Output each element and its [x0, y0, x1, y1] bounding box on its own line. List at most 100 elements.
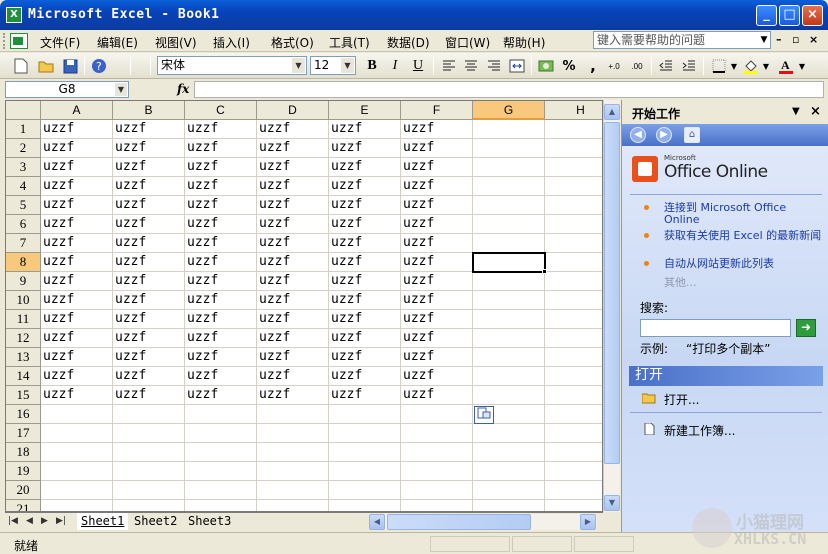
cell-f14[interactable]: uzzf — [401, 367, 473, 386]
select-all-corner[interactable] — [6, 101, 41, 120]
decrease-indent-icon[interactable] — [657, 57, 675, 75]
cell-b6[interactable]: uzzf — [113, 215, 185, 234]
cell-g21[interactable] — [473, 500, 545, 511]
cell-e21[interactable] — [329, 500, 401, 511]
cell-h21[interactable] — [545, 500, 602, 511]
cell-c2[interactable]: uzzf — [185, 139, 257, 158]
cell-d10[interactable]: uzzf — [257, 291, 329, 310]
cell-c10[interactable]: uzzf — [185, 291, 257, 310]
cell-b5[interactable]: uzzf — [113, 196, 185, 215]
horizontal-scroll-thumb[interactable] — [387, 514, 531, 530]
cell-a17[interactable] — [41, 424, 113, 443]
new-workbook-link[interactable]: 新建工作簿... — [664, 422, 735, 439]
cell-d14[interactable]: uzzf — [257, 367, 329, 386]
cell-b8[interactable]: uzzf — [113, 253, 185, 272]
cell-h4[interactable] — [545, 177, 602, 196]
cell-g19[interactable] — [473, 462, 545, 481]
cell-h15[interactable] — [545, 386, 602, 405]
cell-e6[interactable]: uzzf — [329, 215, 401, 234]
cell-h11[interactable] — [545, 310, 602, 329]
cell-c18[interactable] — [185, 443, 257, 462]
cell-e8[interactable]: uzzf — [329, 253, 401, 272]
cell-e9[interactable]: uzzf — [329, 272, 401, 291]
cell-d13[interactable]: uzzf — [257, 348, 329, 367]
open-file-link[interactable]: 打开... — [664, 391, 699, 408]
menu-edit[interactable]: 编辑(E) — [97, 34, 138, 51]
cell-e12[interactable]: uzzf — [329, 329, 401, 348]
next-sheet-icon[interactable]: ▶ — [41, 516, 48, 526]
menu-help[interactable]: 帮助(H) — [503, 34, 545, 51]
cell-a15[interactable]: uzzf — [41, 386, 113, 405]
vertical-scroll-thumb[interactable] — [604, 122, 620, 464]
active-cell-border[interactable] — [472, 252, 546, 273]
cell-a13[interactable]: uzzf — [41, 348, 113, 367]
row-header-13[interactable]: 13 — [6, 348, 41, 367]
cell-f6[interactable]: uzzf — [401, 215, 473, 234]
cell-e3[interactable]: uzzf — [329, 158, 401, 177]
cell-h13[interactable] — [545, 348, 602, 367]
cell-c17[interactable] — [185, 424, 257, 443]
fill-handle[interactable] — [542, 269, 547, 274]
cell-f2[interactable]: uzzf — [401, 139, 473, 158]
cell-e5[interactable]: uzzf — [329, 196, 401, 215]
formula-input[interactable] — [194, 81, 824, 98]
open-icon[interactable] — [37, 57, 55, 75]
row-header-17[interactable]: 17 — [6, 424, 41, 443]
cell-c13[interactable]: uzzf — [185, 348, 257, 367]
cell-e16[interactable] — [329, 405, 401, 424]
fill-color-dropdown-icon[interactable]: ▼ — [757, 57, 775, 75]
cell-a3[interactable]: uzzf — [41, 158, 113, 177]
doc-minimize-icon[interactable]: – — [776, 33, 782, 46]
cell-c11[interactable]: uzzf — [185, 310, 257, 329]
cell-c16[interactable] — [185, 405, 257, 424]
cell-h14[interactable] — [545, 367, 602, 386]
cell-e2[interactable]: uzzf — [329, 139, 401, 158]
cell-h18[interactable] — [545, 443, 602, 462]
cell-g12[interactable] — [473, 329, 545, 348]
cell-e1[interactable]: uzzf — [329, 120, 401, 139]
paste-options-icon[interactable] — [474, 406, 494, 424]
cell-f10[interactable]: uzzf — [401, 291, 473, 310]
cell-a9[interactable]: uzzf — [41, 272, 113, 291]
row-header-2[interactable]: 2 — [6, 139, 41, 158]
cell-b16[interactable] — [113, 405, 185, 424]
row-header-18[interactable]: 18 — [6, 443, 41, 462]
cell-a7[interactable]: uzzf — [41, 234, 113, 253]
cell-g17[interactable] — [473, 424, 545, 443]
row-header-4[interactable]: 4 — [6, 177, 41, 196]
vertical-scrollbar[interactable]: ▲ ▼ — [603, 100, 620, 512]
new-icon[interactable] — [12, 57, 30, 75]
cell-h19[interactable] — [545, 462, 602, 481]
cell-b2[interactable]: uzzf — [113, 139, 185, 158]
cell-g11[interactable] — [473, 310, 545, 329]
cell-d18[interactable] — [257, 443, 329, 462]
link-latest-news[interactable]: 获取有关使用 Excel 的最新新闻 — [664, 230, 822, 242]
cell-f18[interactable] — [401, 443, 473, 462]
cell-f19[interactable] — [401, 462, 473, 481]
cell-a12[interactable]: uzzf — [41, 329, 113, 348]
cell-e15[interactable]: uzzf — [329, 386, 401, 405]
row-header-6[interactable]: 6 — [6, 215, 41, 234]
cell-d3[interactable]: uzzf — [257, 158, 329, 177]
cell-b14[interactable]: uzzf — [113, 367, 185, 386]
link-more[interactable]: 其他... — [664, 277, 822, 289]
row-header-15[interactable]: 15 — [6, 386, 41, 405]
scroll-up-icon[interactable]: ▲ — [604, 104, 620, 120]
cell-b10[interactable]: uzzf — [113, 291, 185, 310]
cell-c21[interactable] — [185, 500, 257, 511]
cell-d2[interactable]: uzzf — [257, 139, 329, 158]
cell-a2[interactable]: uzzf — [41, 139, 113, 158]
column-header-a[interactable]: A — [41, 101, 113, 120]
cell-b9[interactable]: uzzf — [113, 272, 185, 291]
cell-c4[interactable]: uzzf — [185, 177, 257, 196]
cell-d8[interactable]: uzzf — [257, 253, 329, 272]
name-box[interactable]: G8 ▼ — [5, 81, 129, 98]
column-header-c[interactable]: C — [185, 101, 257, 120]
font-name-dropdown-icon[interactable]: ▼ — [292, 58, 305, 73]
cell-h5[interactable] — [545, 196, 602, 215]
first-sheet-icon[interactable]: |◀ — [8, 516, 18, 526]
cell-a19[interactable] — [41, 462, 113, 481]
cell-f7[interactable]: uzzf — [401, 234, 473, 253]
excel-app-icon[interactable]: X — [6, 7, 22, 23]
underline-button[interactable]: U — [409, 57, 427, 75]
